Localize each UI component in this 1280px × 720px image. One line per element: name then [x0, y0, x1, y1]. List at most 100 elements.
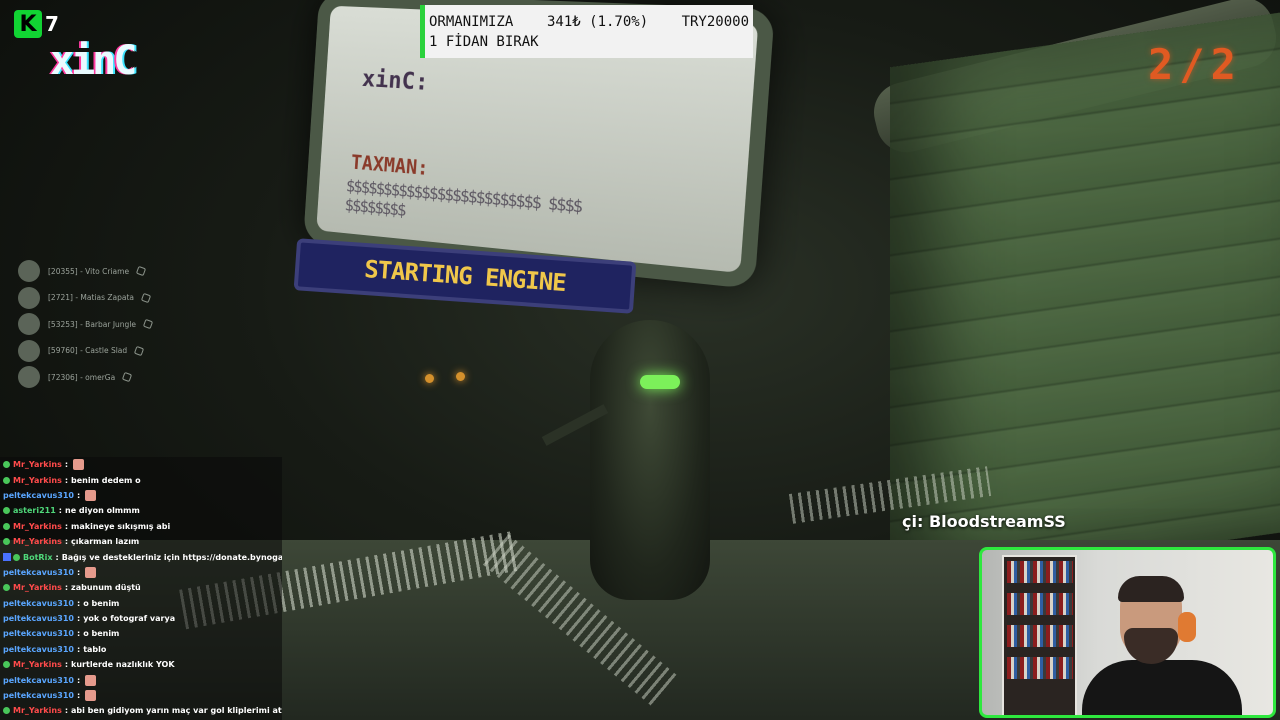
chat-separator: :: [64, 583, 69, 593]
sword-icon: [134, 345, 145, 356]
chat-username[interactable]: Mr_Yarkins: [13, 660, 62, 669]
chat-separator: :: [76, 644, 81, 654]
chat-text: kurtlerde nazlıklık YOK: [71, 660, 175, 670]
streamer-credit: çi: BloodstreamSS: [902, 512, 1066, 531]
chat-username[interactable]: peltekcavus310: [3, 491, 74, 500]
emote-icon: [85, 690, 97, 702]
webcam-feed: [979, 547, 1276, 718]
viewer-name: [59760] - Castle Slad: [48, 346, 128, 356]
emote-icon: [85, 566, 97, 578]
donation-goal-widget: ORMANIMIZA 341₺ (1.70%) TRY20000 1 FİDAN…: [420, 5, 753, 58]
subscriber-badge-icon: [3, 476, 10, 484]
chat-username[interactable]: asteri211: [13, 506, 56, 515]
channel-logo: K 7: [14, 8, 59, 40]
indicator-lamps: [425, 372, 465, 384]
viewer-item: [2721] - Matias Zapata: [18, 285, 198, 312]
chat-message: Mr_Yarkins: makineye sıkışmış abi: [3, 519, 282, 534]
chat-message: Mr_Yarkins: abi ben gidiyom yarın maç var…: [3, 703, 282, 718]
chat-separator: :: [76, 675, 81, 685]
chat-separator: :: [76, 614, 81, 624]
viewer-name: [2721] - Matias Zapata: [48, 293, 135, 303]
chat-separator: :: [64, 521, 69, 531]
monitor-money-text: $$$$$$$$$$$$$$$$$$$$$$$$$ $$$$ $$$$$$$$: [344, 176, 582, 221]
chat-text: abi ben gidiyom yarın maç var gol kliple…: [71, 706, 282, 716]
chat-message: Mr_Yarkins: benim dedem o: [3, 472, 282, 487]
chat-separator: :: [76, 490, 81, 500]
viewer-avatar: [18, 366, 40, 389]
chat-separator: :: [76, 629, 81, 639]
chat-separator: :: [64, 475, 69, 485]
chat-username[interactable]: Mr_Yarkins: [13, 706, 62, 715]
streamer: [1082, 576, 1242, 715]
banner-text: STARTING ENGINE: [363, 254, 567, 298]
chat-username[interactable]: Mr_Yarkins: [13, 583, 62, 592]
chat-text: o benim: [83, 629, 120, 639]
sword-icon: [122, 372, 133, 383]
logo-letter: K: [14, 10, 42, 38]
subscriber-badge-icon: [3, 707, 10, 715]
subscriber-badge-icon: [3, 507, 10, 515]
sword-icon: [140, 292, 152, 303]
viewer-item: [20355] - Vito Criame: [18, 258, 198, 285]
headset-icon: [1178, 612, 1196, 642]
bookshelf: [1002, 555, 1077, 715]
viewer-name: [20355] - Vito Criame: [48, 266, 130, 276]
chat-message: peltekcavus310: yok o fotograf varya: [3, 611, 282, 626]
chat-username[interactable]: peltekcavus310: [3, 599, 74, 608]
chat-username[interactable]: peltekcavus310: [3, 645, 74, 654]
viewer-avatar: [18, 313, 40, 336]
chat-username[interactable]: peltekcavus310: [3, 629, 74, 638]
chat-message: peltekcavus310:: [3, 488, 282, 503]
chat-username[interactable]: BotRix: [23, 553, 52, 562]
chat-separator: :: [64, 706, 69, 716]
monitor-player-label: xinC:: [361, 64, 430, 96]
chat-message: peltekcavus310:: [3, 672, 282, 687]
chat-panel: Mr_Yarkins: Mr_Yarkins: benim dedem o pelte…: [0, 457, 282, 720]
viewer-list: [20355] - Vito Criame [2721] - Matias Zap…: [18, 258, 198, 391]
subscriber-badge-icon: [13, 553, 20, 561]
donation-amount: 341₺ (1.70%): [547, 14, 649, 30]
bot-badge-icon: [3, 553, 11, 562]
chat-username[interactable]: peltekcavus310: [3, 676, 74, 685]
chat-username[interactable]: Mr_Yarkins: [13, 476, 62, 485]
sword-icon: [142, 319, 154, 330]
chat-message: Mr_Yarkins: çıkarman lazım: [3, 534, 282, 549]
chat-separator: :: [64, 660, 69, 670]
viewer-avatar: [18, 339, 40, 362]
chat-username[interactable]: peltekcavus310: [3, 691, 74, 700]
chat-message: asteri211: ne diyon olmmm: [3, 503, 282, 518]
viewer-item: [53253] - Barbar Jungle: [18, 311, 198, 338]
viewer-item: [72306] - omerGa: [18, 364, 198, 391]
chat-separator: :: [58, 506, 62, 516]
chat-text: benim dedem o: [71, 475, 141, 485]
chat-message: Mr_Yarkins: kurtlerde nazlıklık YOK: [3, 657, 282, 672]
sword-icon: [135, 266, 147, 277]
emote-icon: [73, 459, 85, 471]
donation-title-line2: 1 FİDAN BIRAK: [429, 34, 539, 50]
chat-username[interactable]: Mr_Yarkins: [13, 537, 62, 546]
chat-username[interactable]: Mr_Yarkins: [13, 460, 62, 469]
player-tag: xinC: [50, 38, 137, 84]
viewer-name: [53253] - Barbar Jungle: [48, 319, 137, 329]
chat-text: o benim: [83, 598, 120, 608]
chat-text: tablo: [83, 644, 107, 654]
chat-message: BotRix: Bağış ve destekleriniz için https…: [3, 549, 282, 564]
chat-message: peltekcavus310:: [3, 565, 282, 580]
subscriber-badge-icon: [3, 461, 10, 469]
robot-character: [590, 320, 710, 600]
chat-separator: :: [64, 537, 69, 547]
chat-username[interactable]: peltekcavus310: [3, 568, 74, 577]
chat-username[interactable]: Mr_Yarkins: [13, 522, 62, 531]
subscriber-badge-icon: [3, 584, 10, 592]
logo-number: 7: [45, 12, 59, 36]
chat-separator: :: [64, 460, 69, 470]
emote-icon: [85, 489, 97, 501]
chat-separator: :: [55, 552, 59, 562]
chat-username[interactable]: peltekcavus310: [3, 614, 74, 623]
emote-icon: [85, 674, 97, 686]
chat-text: çıkarman lazım: [71, 537, 140, 547]
chat-separator: :: [76, 598, 81, 608]
chat-message: peltekcavus310: tablo: [3, 642, 282, 657]
chat-message: peltekcavus310: o benim: [3, 596, 282, 611]
chat-text: yok o fotograf varya: [83, 614, 176, 624]
